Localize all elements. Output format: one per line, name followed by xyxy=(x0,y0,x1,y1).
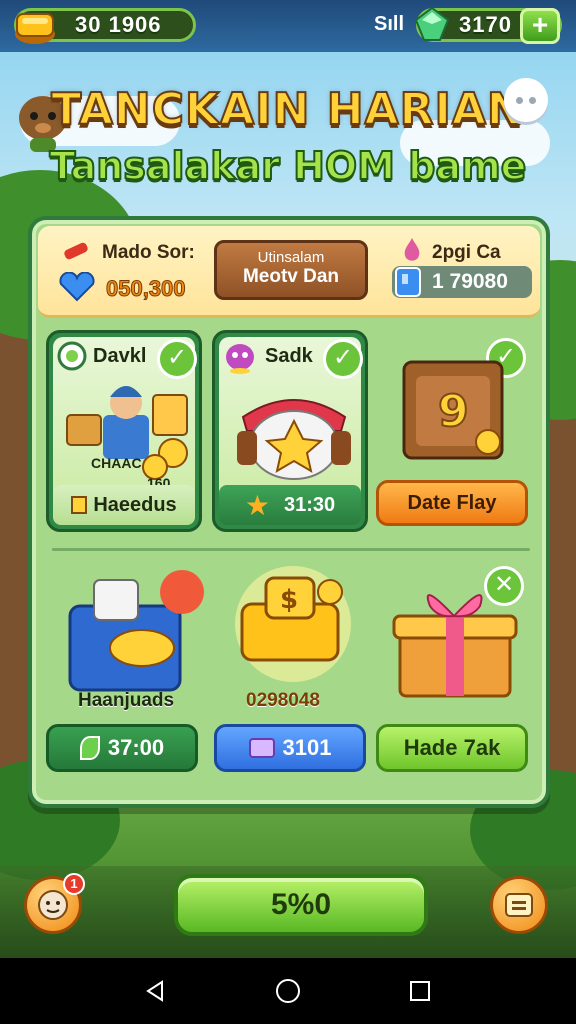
event-banner-line2: Meotv Dan xyxy=(242,266,340,287)
task-card-3[interactable]: ✓ 9 Date Flay xyxy=(376,330,542,532)
task-card-1[interactable]: Davkl ✓ CHAAC 160 Haeedus xyxy=(46,330,202,532)
reward-button[interactable]: Hade 7ak xyxy=(376,724,528,772)
gem-icon xyxy=(414,6,450,41)
task-card-footer[interactable]: ★ 31:30 xyxy=(219,485,361,525)
reward-item-3[interactable]: ✕ Hade 7ak xyxy=(376,560,542,780)
task-card-2[interactable]: Sadk ✓ ★ 31:30 xyxy=(212,330,368,532)
ticket-icon xyxy=(248,738,275,758)
face-icon xyxy=(38,890,68,920)
back-button[interactable] xyxy=(136,971,176,1011)
reward-item-2[interactable]: $ 0298048 3101 xyxy=(210,560,370,780)
page-title: TANCKAIN HARIAN xyxy=(50,83,525,136)
date-play-button[interactable]: Date Flay xyxy=(376,480,528,526)
chicken-bag-icon xyxy=(237,399,351,480)
receipt-icon xyxy=(71,496,88,514)
register-icon xyxy=(68,570,204,692)
check-icon[interactable]: ✓ xyxy=(157,339,197,379)
back-triangle-icon xyxy=(146,980,163,1002)
recents-button[interactable] xyxy=(400,971,440,1011)
task-card-footer[interactable]: Haeedus xyxy=(53,485,195,525)
profile-button[interactable]: 1 xyxy=(24,873,85,934)
more-options-button[interactable] xyxy=(504,78,548,122)
task-card-footer-label: 31:30 xyxy=(283,493,336,516)
system-nav-bar xyxy=(0,958,576,1024)
section-divider xyxy=(52,548,530,551)
heart-gem-icon xyxy=(59,272,95,302)
leaf-gem-icon xyxy=(79,736,100,760)
home-circle-icon xyxy=(276,979,300,1003)
star-icon: ★ xyxy=(244,489,270,521)
left-stat-label: Mado Sor: xyxy=(102,242,195,263)
daily-tasks-panel: Mado Sor: 050,300 Utinsalam Meotv Dan 2p… xyxy=(28,216,550,808)
task-card-title: Davkl xyxy=(93,345,147,367)
reward-caption: Haanjuads xyxy=(78,690,175,711)
left-stat-value: 050,300 xyxy=(106,276,187,302)
reward-button-label: 37:00 xyxy=(107,735,165,760)
signal-text: Sıll xyxy=(374,13,405,35)
recents-square-icon xyxy=(410,981,430,1001)
task-card-title: Sadk xyxy=(265,345,313,367)
reward-button[interactable]: 37:00 xyxy=(46,724,198,772)
svg-text:9: 9 xyxy=(438,386,469,437)
gift-box-icon xyxy=(392,594,518,698)
event-banner-button[interactable]: Utinsalam Meotv Dan xyxy=(214,240,368,300)
potion-icon xyxy=(404,238,420,261)
task-card-overlay-text: CHAAC xyxy=(91,455,142,471)
notification-badge: 1 xyxy=(63,873,85,895)
event-banner-line1: Utinsalam xyxy=(257,249,325,266)
menu-icon xyxy=(505,893,533,917)
fire-icon xyxy=(64,242,88,260)
treasure-chest-icon: 9 xyxy=(402,360,504,460)
top-bar: 30 1906 Sıll 3170 + xyxy=(0,0,576,52)
task-card-footer-label: Haeedus xyxy=(93,493,177,516)
dot-icon xyxy=(516,96,523,104)
right-stat-label: 2pgi Ca xyxy=(432,242,501,263)
reward-button-label: 3101 xyxy=(282,735,332,760)
task-badge-icon xyxy=(57,341,87,371)
page-subtitle: Tansalakar HOM bame xyxy=(49,143,528,189)
panel-header: Mado Sor: 050,300 Utinsalam Meotv Dan 2p… xyxy=(38,226,540,318)
main-action-button[interactable]: 5%0 xyxy=(174,874,428,936)
monster-icon xyxy=(226,344,254,374)
home-button[interactable] xyxy=(268,971,308,1011)
dot-icon xyxy=(529,96,536,104)
svg-text:$: $ xyxy=(280,585,298,615)
date-play-label: Date Flay xyxy=(407,491,497,514)
reward-item-1[interactable]: Haanjuads 37:00 xyxy=(46,560,206,780)
reward-button[interactable]: 3101 xyxy=(214,724,366,772)
menu-button[interactable] xyxy=(490,876,548,934)
add-gems-button[interactable]: + xyxy=(520,8,560,44)
crystal-icon xyxy=(395,267,421,297)
gold-pile-icon: $ xyxy=(235,566,351,682)
gold-bar-icon xyxy=(15,13,55,44)
right-stat-value: 1 79080 xyxy=(432,270,508,293)
reward-caption: 0298048 xyxy=(246,690,320,711)
reward-button-label: Hade 7ak xyxy=(403,735,501,760)
